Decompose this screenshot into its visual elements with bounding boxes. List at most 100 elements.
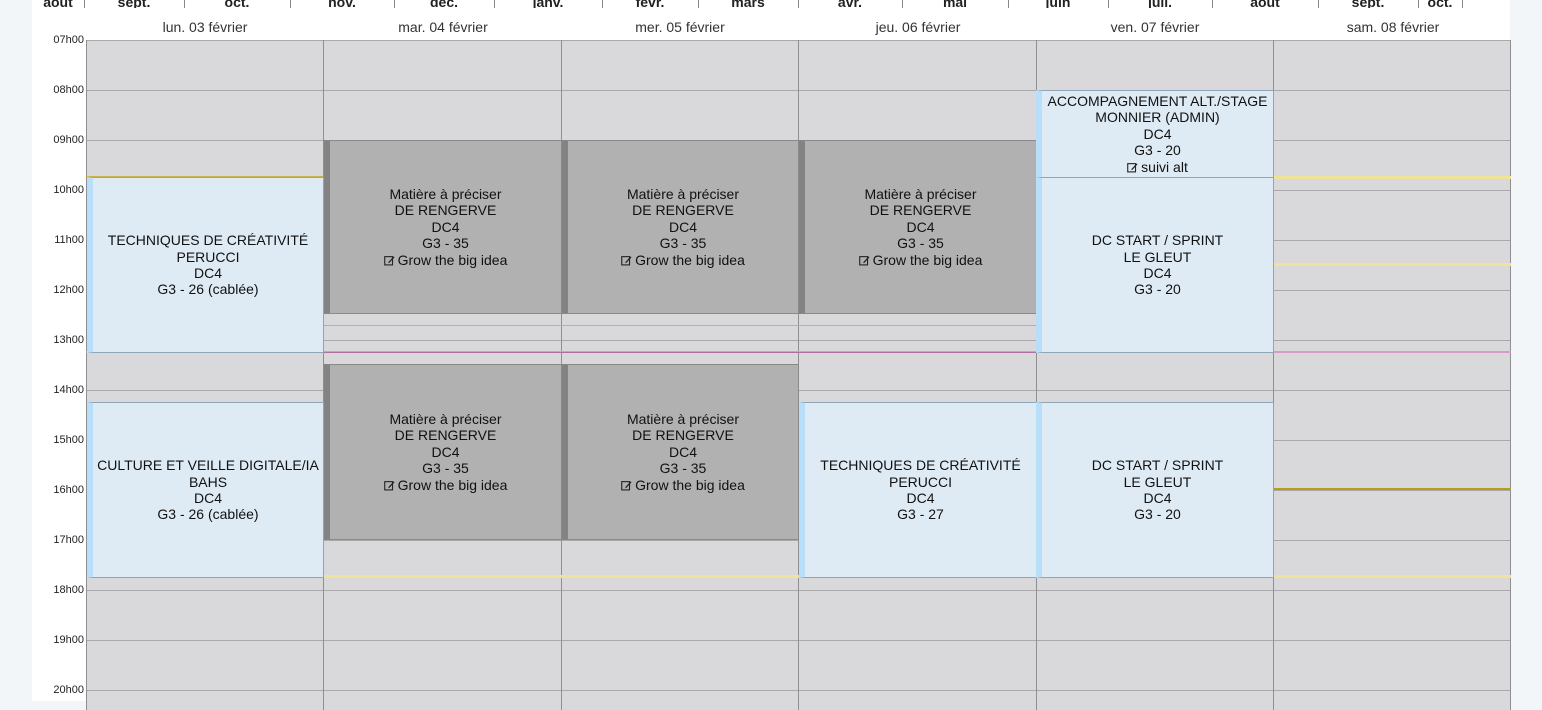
month-item[interactable]: janv.: [494, 0, 602, 8]
day-header: jeu. 06 février: [875, 19, 961, 35]
event-title: CULTURE ET VEILLE DIGITALE/IA: [97, 457, 319, 474]
course-event[interactable]: Matière à préciser DE RENGERVE DC4 G3 - …: [324, 364, 562, 540]
day-header: sam. 08 février: [1346, 19, 1440, 35]
month-item[interactable]: sept.: [1318, 0, 1418, 8]
course-event[interactable]: CULTURE ET VEILLE DIGITALE/IA BAHS DC4 G…: [87, 402, 324, 578]
event-title: ACCOMPAGNEMENT ALT./STAGE: [1047, 92, 1268, 109]
event-room: G3 - 35: [422, 460, 469, 477]
hour-label: 15h00: [53, 434, 84, 446]
event-note-text: Grow the big idea: [635, 251, 745, 268]
event-title: TECHNIQUES DE CRÉATIVITÉ: [820, 457, 1021, 474]
month-item[interactable]: août: [1212, 0, 1318, 8]
month-item[interactable]: déc.: [394, 0, 494, 8]
event-teacher: DE RENGERVE: [632, 202, 734, 219]
event-teacher: LE GLEUT: [1123, 473, 1192, 490]
month-item[interactable]: août: [32, 0, 84, 8]
event-group: DC4: [431, 443, 460, 460]
course-event[interactable]: ACCOMPAGNEMENT ALT./STAGE MONNIER (ADMIN…: [1036, 90, 1274, 178]
event-teacher: MONNIER (ADMIN): [1095, 109, 1220, 126]
course-event[interactable]: Matière à préciser DE RENGERVE DC4 G3 - …: [562, 364, 799, 540]
event-group: DC4: [906, 218, 935, 235]
course-event[interactable]: Matière à préciser DE RENGERVE DC4 G3 - …: [324, 140, 562, 314]
edit-note-icon: [621, 255, 632, 266]
event-room: G3 - 20: [1134, 142, 1181, 159]
month-item[interactable]: mai: [902, 0, 1008, 8]
course-event[interactable]: DC START / SPRINT LE GLEUT DC4 G3 - 20: [1036, 177, 1274, 353]
hour-label: 20h00: [53, 684, 84, 696]
slot-marker: [1274, 176, 1511, 179]
event-title: Matière à préciser: [389, 410, 502, 427]
event-room: G3 - 20: [1134, 281, 1181, 298]
hour-label: 18h00: [53, 584, 84, 596]
edit-note-icon: [858, 255, 870, 266]
day-header: lun. 03 février: [162, 19, 248, 35]
slot-marker: [324, 325, 1036, 326]
event-note: Grow the big idea: [858, 251, 983, 268]
event-room: G3 - 35: [422, 235, 469, 252]
event-room: G3 - 26 (cablée): [157, 506, 259, 523]
event-room: G3 - 20: [1134, 506, 1181, 523]
hour-label: 09h00: [53, 134, 84, 146]
event-room: G3 - 35: [659, 235, 707, 252]
event-group: DC4: [1143, 490, 1172, 506]
event-note-text: Grow the big idea: [397, 476, 508, 493]
hour-label: 10h00: [53, 184, 84, 196]
month-item[interactable]: févr.: [602, 0, 698, 8]
month-navigation-bar: août sept. oct. nov. déc. janv. févr. ma…: [32, 0, 1510, 8]
event-teacher: PERUCCI: [176, 248, 240, 265]
month-separator: [1462, 0, 1463, 8]
event-title: Matière à préciser: [626, 185, 740, 202]
event-group: DC4: [193, 490, 222, 506]
event-note: Grow the big idea: [621, 252, 745, 268]
event-title: TECHNIQUES DE CRÉATIVITÉ: [107, 232, 309, 249]
event-teacher: DE RENGERVE: [869, 202, 972, 219]
hour-label: 17h00: [53, 534, 84, 546]
event-teacher: BAHS: [188, 473, 228, 490]
month-item[interactable]: sept.: [84, 0, 184, 8]
event-title: DC START / SPRINT: [1091, 232, 1224, 249]
event-teacher: PERUCCI: [888, 473, 952, 490]
day-column-line: [1510, 40, 1511, 710]
hour-label: 13h00: [53, 334, 84, 346]
hour-label: 12h00: [53, 284, 84, 296]
event-note-text: Grow the big idea: [397, 251, 508, 268]
slot-marker: [1274, 263, 1511, 266]
event-room: G3 - 27: [897, 506, 944, 523]
course-event[interactable]: TECHNIQUES DE CRÉATIVITÉ PERUCCI DC4 G3 …: [799, 402, 1037, 578]
event-title: Matière à préciser: [864, 185, 977, 202]
event-title: DC START / SPRINT: [1091, 457, 1224, 474]
event-note: suivi alt: [1127, 159, 1188, 175]
slot-marker: [1274, 488, 1511, 490]
event-teacher: DE RENGERVE: [394, 427, 497, 444]
hour-label: 14h00: [53, 384, 84, 396]
event-room: G3 - 35: [659, 460, 707, 477]
course-event[interactable]: Matière à préciser DE RENGERVE DC4 G3 - …: [799, 140, 1037, 314]
event-room: G3 - 35: [897, 235, 944, 252]
event-room: G3 - 26 (cablée): [157, 281, 259, 298]
event-note-text: suivi alt: [1141, 158, 1188, 175]
month-item[interactable]: oct.: [184, 0, 290, 8]
event-title: Matière à préciser: [626, 410, 740, 427]
month-item[interactable]: oct.: [1418, 0, 1462, 8]
event-note: Grow the big idea: [383, 251, 508, 268]
hour-label: 11h00: [54, 234, 84, 246]
event-note: Grow the big idea: [621, 477, 745, 493]
month-item[interactable]: avr.: [798, 0, 902, 8]
course-event[interactable]: TECHNIQUES DE CRÉATIVITÉ PERUCCI DC4 G3 …: [87, 177, 324, 353]
slot-marker: [324, 352, 1036, 353]
month-item[interactable]: mars: [698, 0, 798, 8]
edit-note-icon: [621, 480, 632, 491]
event-group: DC4: [906, 490, 935, 506]
event-teacher: DE RENGERVE: [394, 202, 497, 219]
day-column-line: [86, 40, 87, 710]
timetable-panel: août sept. oct. nov. déc. janv. févr. ma…: [32, 0, 1511, 710]
day-header: mar. 04 février: [398, 19, 488, 35]
course-event[interactable]: DC START / SPRINT LE GLEUT DC4 G3 - 20: [1036, 402, 1274, 578]
edit-note-icon: [383, 255, 395, 266]
event-teacher: LE GLEUT: [1123, 248, 1192, 265]
month-item[interactable]: nov.: [290, 0, 394, 8]
month-item[interactable]: juin: [1008, 0, 1108, 8]
month-item[interactable]: juil.: [1108, 0, 1212, 8]
course-event[interactable]: Matière à préciser DE RENGERVE DC4 G3 - …: [562, 140, 799, 314]
event-note-text: Grow the big idea: [872, 251, 983, 268]
